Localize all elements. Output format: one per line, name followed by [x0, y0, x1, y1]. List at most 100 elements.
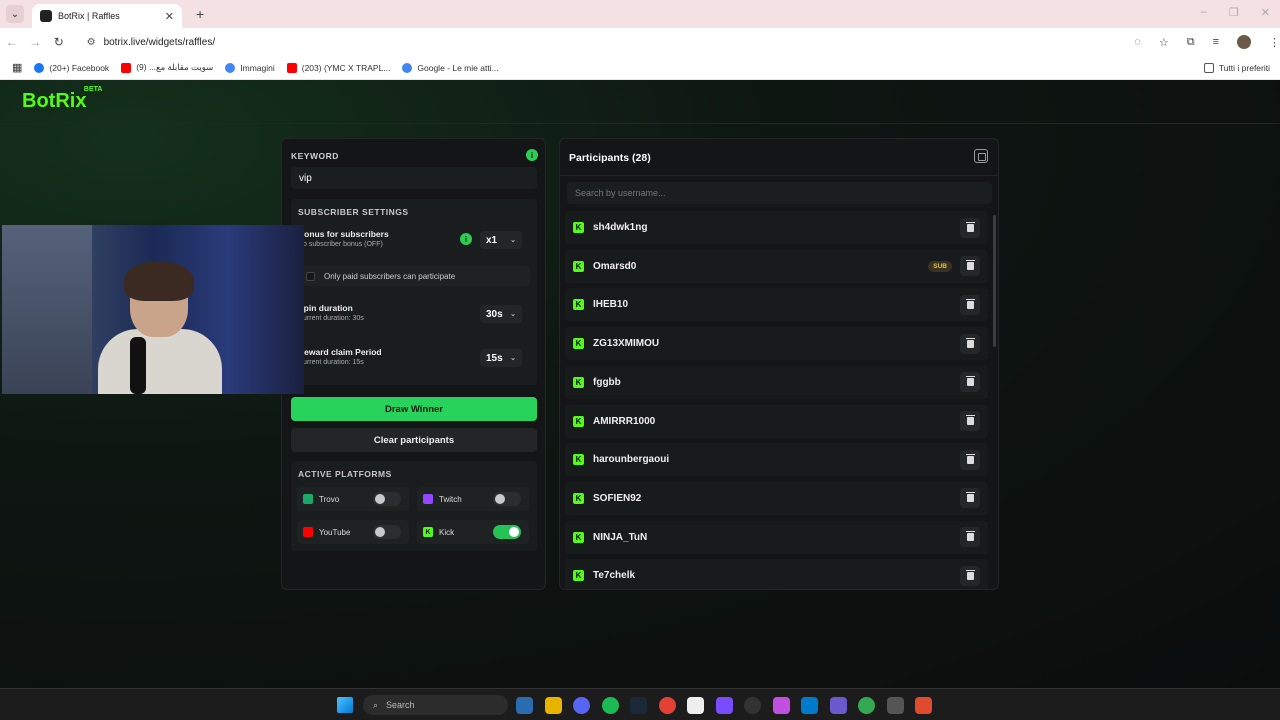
- kick-icon: K: [573, 454, 584, 466]
- kick-icon: K: [573, 299, 584, 311]
- participant-username: harounbergaoui: [593, 454, 670, 466]
- delete-participant-button[interactable]: [960, 449, 980, 470]
- bonus-select[interactable]: x1 ⌄: [480, 231, 522, 249]
- trovo-toggle[interactable]: [373, 492, 401, 506]
- back-icon[interactable]: ←: [0, 35, 24, 49]
- delete-participant-button[interactable]: [960, 488, 980, 509]
- media-app-icon[interactable]: [715, 697, 733, 714]
- only-paid-checkbox[interactable]: [306, 271, 315, 281]
- bookmark-facebook[interactable]: (20+) Facebook: [34, 62, 109, 73]
- trash-icon: [965, 492, 975, 503]
- participant-username: ZG13XMIMOU: [593, 338, 660, 350]
- delete-participant-button[interactable]: [960, 217, 980, 238]
- windows-taskbar: ⌕ Search: [0, 688, 1280, 720]
- kick-icon: K: [573, 376, 584, 388]
- active-platforms-title: ACTIVE PLATFORMS: [298, 469, 392, 479]
- trash-icon: [965, 260, 975, 271]
- copy-icon[interactable]: [974, 149, 988, 163]
- webcam-overlay: [2, 225, 304, 394]
- draw-winner-button[interactable]: Draw Winner: [291, 397, 537, 421]
- reward-setting: Reward claim Period Current duration: 15…: [298, 347, 530, 367]
- folder-icon: [1203, 62, 1214, 73]
- participant-row: K IHEB10: [565, 288, 988, 322]
- tab-close-icon[interactable]: ✕: [165, 10, 174, 23]
- bookmark-youtube-2[interactable]: (203) (YMC X TRAPL...: [286, 62, 390, 73]
- delete-participant-button[interactable]: [960, 565, 980, 586]
- all-bookmarks[interactable]: Tutti i preferiti: [1203, 62, 1270, 73]
- browser-tab[interactable]: BotRix | Raffles ✕: [32, 4, 182, 28]
- botrix-logo[interactable]: BotRix BETA: [22, 86, 102, 113]
- participant-username: sh4dwk1ng: [593, 222, 648, 233]
- keyword-input[interactable]: [291, 167, 537, 189]
- url-field[interactable]: ⚙ botrix.live/widgets/raffles/: [78, 31, 1119, 53]
- delete-participant-button[interactable]: [960, 256, 980, 277]
- discord-icon[interactable]: [573, 697, 590, 714]
- list-scrollbar[interactable]: [993, 215, 996, 347]
- kick-icon: K: [573, 260, 584, 272]
- calculator-icon[interactable]: [886, 697, 904, 714]
- spin-setting: Spin duration Current duration: 30s 30s ⌄: [298, 303, 530, 323]
- delete-participant-button[interactable]: [960, 333, 980, 354]
- microphone: [130, 337, 146, 394]
- subscriber-settings-title: SUBSCRIBER SETTINGS: [298, 207, 409, 217]
- kick-toggle[interactable]: [493, 525, 521, 539]
- delete-participant-button[interactable]: [960, 294, 980, 315]
- participant-search-input[interactable]: [567, 182, 992, 204]
- new-tab-icon[interactable]: +: [196, 6, 204, 22]
- maximize-icon[interactable]: ❐: [1229, 6, 1239, 19]
- bookmark-google-activity[interactable]: Google - Le mie atti...: [402, 62, 499, 73]
- twitch-toggle[interactable]: [493, 492, 521, 506]
- bookmark-youtube-1[interactable]: سويت مقابلة مع... (9): [121, 62, 213, 73]
- chrome-icon[interactable]: [658, 697, 676, 714]
- spin-select[interactable]: 30s ⌄: [480, 305, 522, 323]
- delete-participant-button[interactable]: [960, 527, 980, 548]
- taskbar-search[interactable]: ⌕ Search: [363, 695, 508, 715]
- keyword-label: KEYWORD: [291, 151, 339, 161]
- bookmarks-bar: ▦ (20+) Facebook سويت مقابلة مع... (9) I…: [0, 56, 1280, 80]
- capcut-icon[interactable]: [687, 697, 704, 714]
- site-info-icon[interactable]: ⚙: [87, 37, 96, 48]
- chrome-alt-icon[interactable]: [858, 697, 875, 714]
- participant-row: K Te7chelk: [565, 559, 988, 589]
- trovo-icon: [303, 494, 313, 504]
- eye-off-icon[interactable]: ◌: [1134, 36, 1141, 48]
- close-window-icon[interactable]: ✕: [1261, 6, 1270, 19]
- steam-icon[interactable]: [630, 697, 647, 714]
- task-view-icon[interactable]: [516, 697, 533, 714]
- windows-start-icon[interactable]: [337, 697, 353, 713]
- reward-select[interactable]: 15s ⌄: [480, 349, 522, 367]
- menu-icon[interactable]: ⋮: [1269, 36, 1280, 49]
- taskbar-apps: [516, 697, 932, 714]
- trash-icon: [965, 453, 975, 464]
- obs-icon[interactable]: [744, 697, 761, 714]
- vscode-icon[interactable]: [801, 697, 818, 714]
- google-icon: [225, 62, 236, 73]
- close-app-icon[interactable]: [915, 697, 932, 714]
- media-icon[interactable]: ≡: [1213, 36, 1219, 48]
- extensions-icon[interactable]: ⧉: [1187, 36, 1195, 49]
- minimize-icon[interactable]: –: [1201, 6, 1207, 19]
- google-icon: [402, 62, 413, 73]
- delete-participant-button[interactable]: [960, 372, 980, 393]
- star-icon[interactable]: ☆: [1159, 36, 1169, 49]
- app-icon[interactable]: [772, 697, 790, 714]
- participant-username: Te7chelk: [593, 570, 636, 582]
- grid-app-icon[interactable]: [829, 697, 847, 714]
- forward-icon[interactable]: →: [24, 35, 48, 49]
- only-paid-checkbox-row[interactable]: Only paid subscribers can participate: [298, 266, 530, 286]
- tab-search-icon[interactable]: ⌄: [6, 5, 24, 23]
- trash-icon: [965, 298, 975, 309]
- reload-icon[interactable]: ↻: [47, 35, 71, 49]
- spotify-icon[interactable]: [601, 697, 619, 714]
- raffle-settings-panel: KEYWORD i SUBSCRIBER SETTINGS Bonus for …: [281, 138, 546, 590]
- delete-participant-button[interactable]: [960, 411, 980, 431]
- bookmark-immagini[interactable]: Immagini: [225, 62, 275, 73]
- profile-avatar[interactable]: [1236, 35, 1251, 49]
- clear-participants-button[interactable]: Clear participants: [291, 428, 537, 452]
- youtube-toggle[interactable]: [373, 525, 401, 539]
- bonus-info-icon[interactable]: i: [460, 233, 472, 245]
- apps-icon[interactable]: ▦: [12, 61, 22, 74]
- file-explorer-icon[interactable]: [544, 697, 562, 714]
- participant-row: K NINJA_TuN: [565, 520, 988, 554]
- keyword-info-icon[interactable]: i: [526, 149, 538, 161]
